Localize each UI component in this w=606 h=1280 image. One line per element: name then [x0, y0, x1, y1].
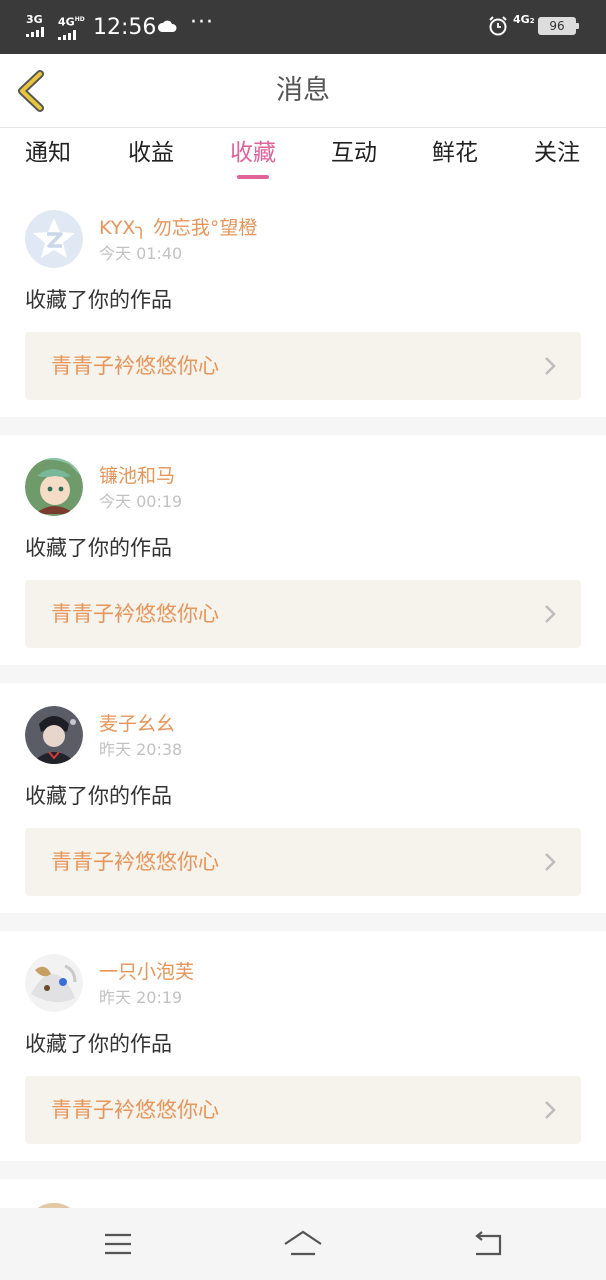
tab-favorites[interactable]: 收藏	[213, 137, 293, 169]
top-app-bar: 消息	[0, 54, 606, 128]
battery-icon: 96	[538, 17, 579, 35]
avatar[interactable]	[25, 706, 83, 764]
default-avatar-icon[interactable]	[25, 210, 83, 268]
net-sub-label: 2	[529, 17, 535, 25]
list-item: KYX╮ 勿忘我°望橙 今天 01:40 收藏了你的作品 青青子衿悠悠你心	[0, 187, 606, 417]
timestamp: 今天 00:19	[99, 492, 183, 511]
tab-flowers[interactable]: 鲜花	[415, 137, 495, 169]
net-type-label: 4G	[58, 15, 75, 29]
work-link[interactable]: 青青子衿悠悠你心	[25, 332, 581, 400]
clock: 12:56	[93, 15, 157, 40]
list-item-partial	[0, 1180, 606, 1261]
list-item: 一只小泡芙 昨天 20:19 收藏了你的作品 青青子衿悠悠你心	[0, 931, 606, 1161]
divider	[0, 913, 606, 931]
work-link[interactable]: 青青子衿悠悠你心	[25, 1076, 581, 1144]
username[interactable]: 麦子幺幺	[99, 711, 175, 737]
work-link[interactable]: 青青子衿悠悠你心	[25, 828, 581, 896]
chevron-right-icon	[545, 1101, 556, 1119]
action-text: 收藏了你的作品	[25, 536, 172, 560]
page-title: 消息	[276, 75, 330, 106]
work-title: 青青子衿悠悠你心	[51, 850, 219, 874]
signal-3g-icon: 3G	[26, 14, 44, 37]
home-icon[interactable]	[283, 1226, 323, 1262]
work-title: 青青子衿悠悠你心	[51, 354, 219, 378]
tab-bar: 通知 收益 收藏 互动 鲜花 关注	[0, 129, 606, 187]
back-icon[interactable]	[468, 1226, 508, 1262]
divider	[0, 1161, 606, 1179]
chevron-right-icon	[545, 853, 556, 871]
avatar[interactable]	[25, 954, 83, 1012]
list-item: 镰池和马 今天 00:19 收藏了你的作品 青青子衿悠悠你心	[0, 435, 606, 665]
net-type-label: 4G	[513, 13, 530, 26]
username[interactable]: 一只小泡芙	[99, 959, 194, 985]
net-type-label: 3G	[26, 13, 43, 26]
divider	[0, 417, 606, 435]
username[interactable]: KYX╮ 勿忘我°望橙	[99, 215, 257, 241]
favorites-feed: KYX╮ 勿忘我°望橙 今天 01:40 收藏了你的作品 青青子衿悠悠你心 镰池…	[0, 187, 606, 1179]
action-text: 收藏了你的作品	[25, 784, 172, 808]
system-nav-bar	[0, 1208, 606, 1280]
status-bar: 3G 4GHD 12:56 ··· 4G2 96	[0, 0, 606, 54]
work-title: 青青子衿悠悠你心	[51, 1098, 219, 1122]
net-hd-label: HD	[74, 16, 85, 23]
work-title: 青青子衿悠悠你心	[51, 602, 219, 626]
avatar[interactable]	[25, 458, 83, 516]
chevron-right-icon	[545, 357, 556, 375]
timestamp: 今天 01:40	[99, 244, 183, 263]
signal-4g-icon: 4GHD	[58, 14, 85, 40]
signal-4g-small-icon: 4G2	[513, 14, 535, 27]
menu-icon[interactable]	[98, 1226, 138, 1262]
list-item: 麦子幺幺 昨天 20:38 收藏了你的作品 青青子衿悠悠你心	[0, 683, 606, 913]
timestamp: 昨天 20:38	[99, 740, 183, 759]
tab-earnings[interactable]: 收益	[111, 137, 191, 169]
action-text: 收藏了你的作品	[25, 1032, 172, 1056]
cloud-icon	[157, 20, 177, 32]
more-notifications-icon: ···	[190, 10, 214, 35]
username[interactable]: 镰池和马	[99, 463, 175, 489]
divider	[0, 665, 606, 683]
active-tab-indicator	[237, 175, 269, 179]
tab-notify[interactable]: 通知	[8, 137, 88, 169]
tab-follow[interactable]: 关注	[517, 137, 597, 169]
tab-interaction[interactable]: 互动	[314, 137, 394, 169]
work-link[interactable]: 青青子衿悠悠你心	[25, 580, 581, 648]
action-text: 收藏了你的作品	[25, 288, 172, 312]
timestamp: 昨天 20:19	[99, 988, 183, 1007]
chevron-right-icon	[545, 605, 556, 623]
alarm-icon	[489, 16, 507, 36]
